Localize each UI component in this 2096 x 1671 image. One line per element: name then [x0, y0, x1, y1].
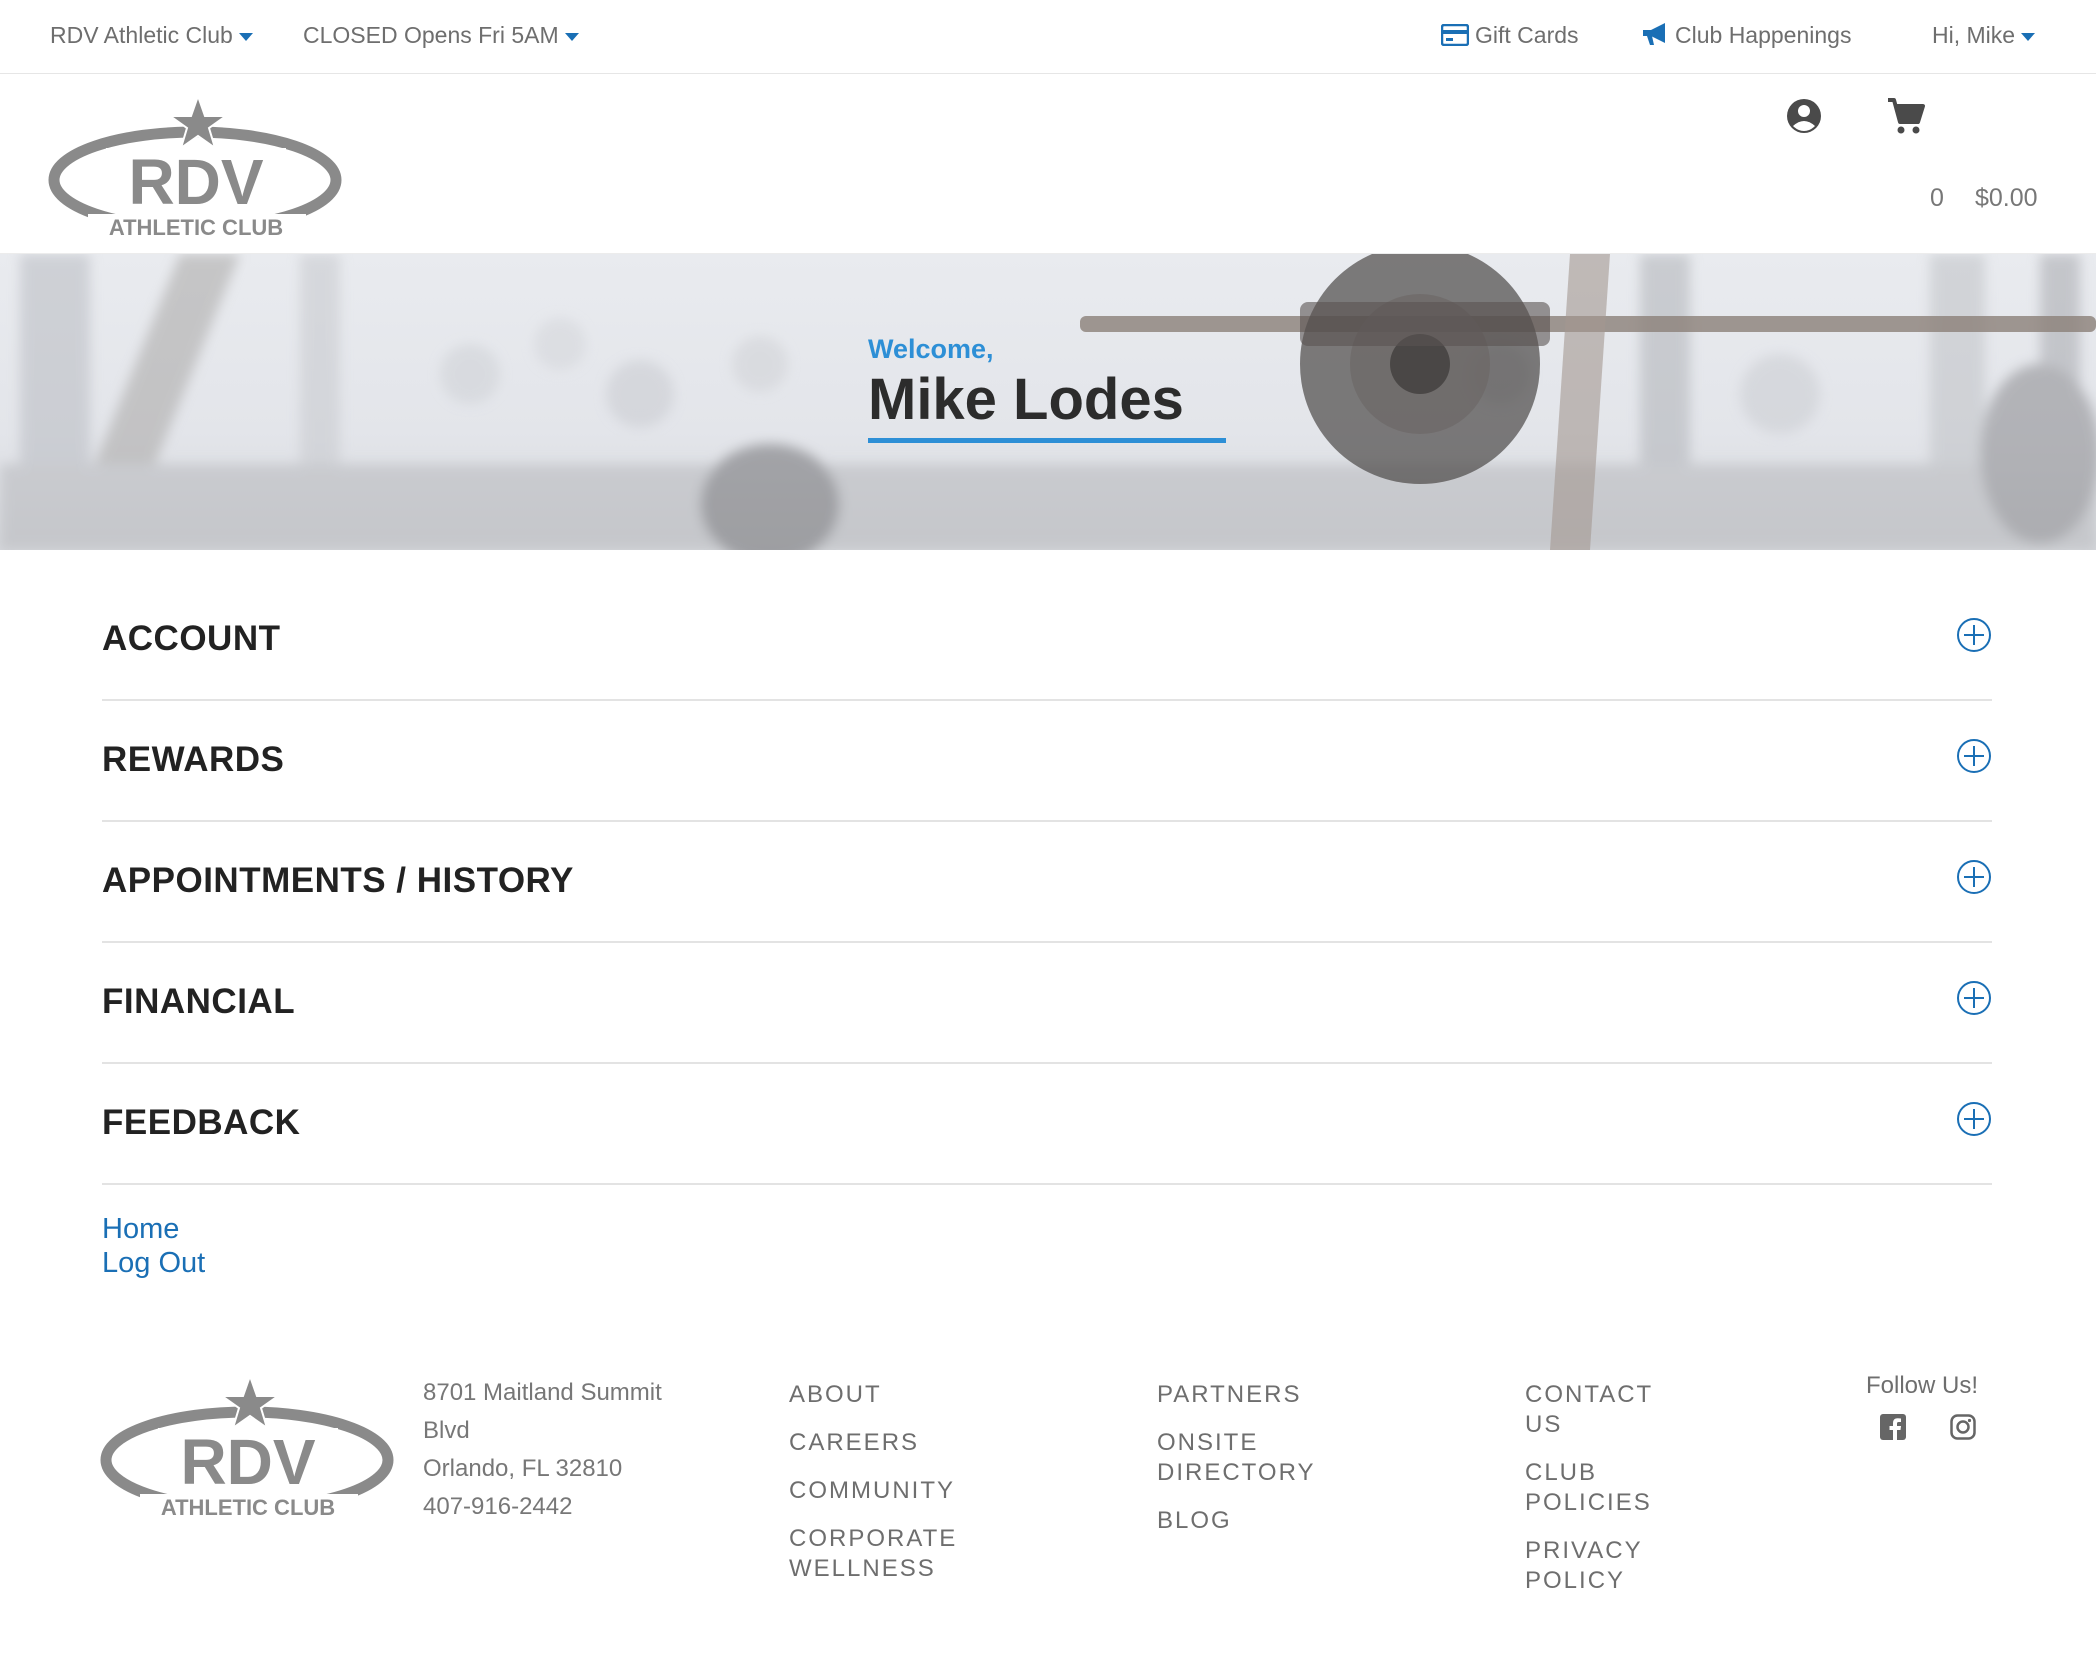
logo-text: RDV [128, 146, 263, 218]
cart-icon[interactable] [1886, 96, 1926, 136]
logo-subtext: ATHLETIC CLUB [161, 1495, 335, 1520]
logo-text: RDV [180, 1426, 315, 1498]
expand-plus-icon[interactable] [1956, 859, 1992, 895]
club-address: 8701 Maitland Summit Blvd Orlando, FL 32… [423, 1374, 662, 1526]
phone-number[interactable]: 407-916-2442 [423, 1488, 662, 1526]
footer-column-1: ABOUT CAREERS COMMUNITY CORPORATE WELLNE… [789, 1380, 1009, 1602]
user-menu[interactable]: Hi, Mike [1932, 22, 2036, 49]
footer-link-club-policies[interactable]: CLUB POLICIES [1525, 1458, 1695, 1518]
top-utility-bar: RDV Athletic Club CLOSED Opens Fri 5AM G… [0, 0, 2096, 74]
follow-us-label: Follow Us! [1866, 1372, 1979, 1399]
welcome-label: Welcome, [868, 334, 994, 364]
footer-link-corporate-wellness[interactable]: CORPORATE WELLNESS [789, 1524, 1009, 1584]
expand-plus-icon[interactable] [1956, 980, 1992, 1016]
section-title: ACCOUNT [102, 619, 281, 658]
accordion-section-feedback[interactable]: FEEDBACK [102, 1064, 1992, 1185]
footer-link-onsite-directory[interactable]: ONSITE DIRECTORY [1157, 1428, 1387, 1488]
section-title: FINANCIAL [102, 982, 296, 1021]
name-underline [868, 438, 1226, 443]
home-link[interactable]: Home [102, 1213, 179, 1246]
footer-link-contact-us[interactable]: CONTACT US [1525, 1380, 1695, 1440]
cart-count[interactable]: 0 [1930, 184, 1944, 213]
expand-plus-icon[interactable] [1956, 617, 1992, 653]
cart-total[interactable]: $0.00 [1975, 184, 2038, 213]
member-name: Mike Lodes [868, 367, 1184, 432]
section-title: FEEDBACK [102, 1103, 301, 1142]
club-selector[interactable]: RDV Athletic Club [50, 22, 253, 49]
accordion-section-financial[interactable]: FINANCIAL [102, 943, 1992, 1064]
footer-link-community[interactable]: COMMUNITY [789, 1476, 1009, 1506]
club-happenings-label: Club Happenings [1675, 22, 1852, 48]
credit-card-icon [1441, 24, 1469, 46]
address-line-2: Blvd [423, 1417, 470, 1444]
expand-plus-icon[interactable] [1956, 1101, 1992, 1137]
footer-link-about[interactable]: ABOUT [789, 1380, 1009, 1410]
gift-cards-label: Gift Cards [1475, 22, 1579, 48]
section-title: APPOINTMENTS / HISTORY [102, 861, 574, 900]
chevron-down-icon [2021, 32, 2036, 41]
footer-link-partners[interactable]: PARTNERS [1157, 1380, 1387, 1410]
chevron-down-icon [238, 32, 253, 41]
logo-subtext: ATHLETIC CLUB [109, 215, 283, 240]
instagram-icon[interactable] [1950, 1414, 1976, 1440]
account-accordion: ACCOUNT REWARDS APPOINTMENTS / HISTORY F… [102, 580, 1992, 1185]
footer-link-blog[interactable]: BLOG [1157, 1506, 1387, 1536]
rdv-logo[interactable]: RDV ATHLETIC CLUB [48, 94, 348, 244]
footer-rdv-logo[interactable]: RDV ATHLETIC CLUB [100, 1374, 400, 1524]
megaphone-icon [1643, 23, 1665, 45]
address-line-1: 8701 Maitland Summit [423, 1379, 662, 1406]
expand-plus-icon[interactable] [1956, 738, 1992, 774]
facebook-icon[interactable] [1880, 1414, 1906, 1440]
club-happenings-link[interactable]: Club Happenings [1641, 22, 1851, 49]
footer-column-3: CONTACT US CLUB POLICIES PRIVACY POLICY [1525, 1380, 1695, 1614]
hours-status-label: CLOSED Opens Fri 5AM [303, 22, 559, 48]
chevron-down-icon [564, 32, 579, 41]
footer-link-careers[interactable]: CAREERS [789, 1428, 1009, 1458]
user-greeting: Hi, Mike [1932, 22, 2016, 48]
hours-status-dropdown[interactable]: CLOSED Opens Fri 5AM [303, 22, 579, 49]
logout-link[interactable]: Log Out [102, 1247, 205, 1280]
footer-link-privacy-policy[interactable]: PRIVACY POLICY [1525, 1536, 1695, 1596]
accordion-section-appointments-history[interactable]: APPOINTMENTS / HISTORY [102, 822, 1992, 943]
section-title: REWARDS [102, 740, 285, 779]
gift-cards-link[interactable]: Gift Cards [1441, 22, 1579, 49]
club-selector-label: RDV Athletic Club [50, 22, 233, 48]
account-icon[interactable] [1786, 98, 1822, 134]
accordion-section-account[interactable]: ACCOUNT [102, 580, 1992, 701]
footer-column-2: PARTNERS ONSITE DIRECTORY BLOG [1157, 1380, 1387, 1554]
address-line-3: Orlando, FL 32810 [423, 1455, 623, 1482]
accordion-section-rewards[interactable]: REWARDS [102, 701, 1992, 822]
